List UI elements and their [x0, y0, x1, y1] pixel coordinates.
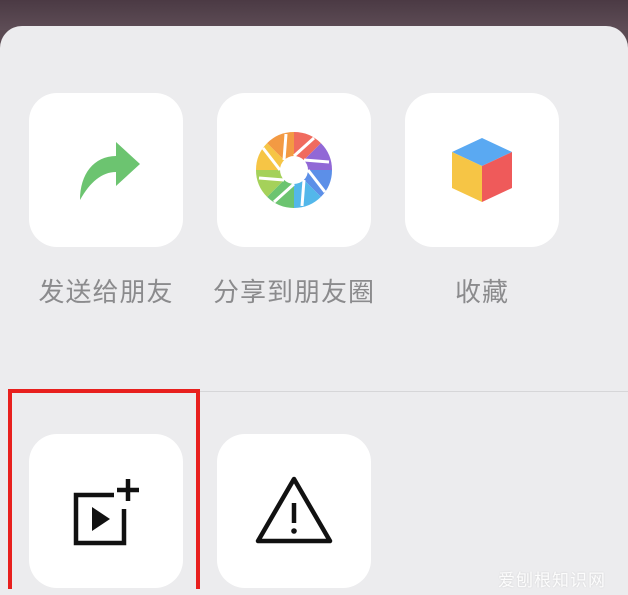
- share-sheet: 发送给朋友 分享到朋友圈 收藏: [0, 26, 628, 595]
- report-button[interactable]: [217, 434, 371, 588]
- favorites-cube-icon: [446, 134, 518, 206]
- section-divider: [30, 391, 628, 392]
- send-to-friend-button[interactable]: [29, 93, 183, 247]
- share-to-moments-button[interactable]: [217, 93, 371, 247]
- add-to-video-button[interactable]: [29, 434, 183, 588]
- watermark: 爱刨根知识网: [498, 571, 606, 591]
- favorites-label: 收藏: [454, 278, 509, 308]
- favorites-button[interactable]: [405, 93, 559, 247]
- share-arrow-icon: [66, 130, 146, 210]
- moments-shutter-icon: [252, 128, 336, 212]
- share-to-moments-label: 分享到朋友圈: [212, 278, 375, 308]
- add-to-video-icon: [68, 473, 144, 549]
- report-warning-icon: [252, 473, 336, 549]
